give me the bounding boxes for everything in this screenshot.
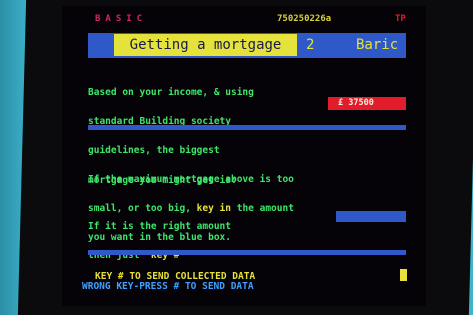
divider [88, 250, 406, 255]
service-label: Baric [356, 37, 399, 53]
intro-line: Based on your income, & using [88, 86, 254, 98]
page-number: 2 [306, 37, 315, 53]
page-code: 750250226a [277, 14, 332, 24]
footer-error-instruction: WRONG KEY-PRESS # TO SEND DATA [82, 281, 254, 292]
amount-input-box[interactable] [336, 211, 406, 222]
header-flag: TP [395, 14, 406, 24]
adjust-line-text: the amount [231, 202, 294, 214]
brand-label: BASIC [95, 14, 148, 24]
mortgage-amount-field: £ 37500 [328, 97, 406, 110]
header-row: BASIC 750250226a TP [95, 14, 406, 28]
confirm-line: If it is the right amount [88, 220, 231, 232]
divider [88, 125, 406, 130]
text-cursor [400, 269, 407, 281]
confirm-text: If it is the right amount then just key … [88, 202, 231, 271]
adjust-line: If the maximum mortgage above is too [88, 173, 294, 185]
page-title: Getting a mortgage [114, 34, 297, 56]
